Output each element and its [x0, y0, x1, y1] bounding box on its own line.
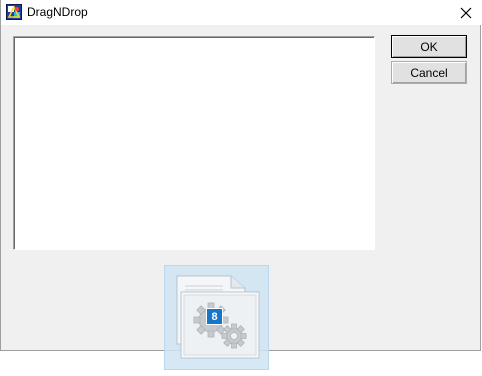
drag-item-count-badge: 8: [206, 308, 223, 325]
drag-feedback-image: 8: [164, 265, 269, 370]
title-bar[interactable]: DragNDrop: [1, 0, 482, 25]
close-button[interactable]: [449, 0, 482, 25]
close-icon: [460, 7, 471, 18]
window-title: DragNDrop: [27, 5, 88, 19]
dragndrop-app-icon: [6, 4, 22, 20]
ok-button[interactable]: OK: [391, 35, 467, 58]
drop-target-listbox[interactable]: [13, 36, 375, 250]
cancel-button[interactable]: Cancel: [391, 61, 467, 84]
